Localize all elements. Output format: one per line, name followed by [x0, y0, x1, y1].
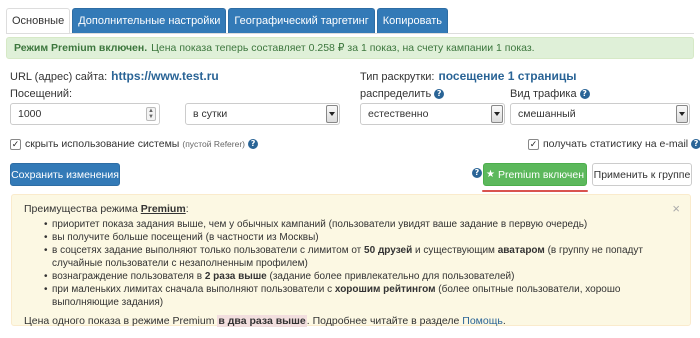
benefit-text: и существующим: [412, 245, 498, 256]
traffic-value: смешанный: [518, 108, 576, 120]
distribute-label-wrap: распределить?: [360, 88, 445, 100]
premium-button-label: Premium включен: [497, 168, 585, 181]
benefit-text: приоритет показа задания выше, чем у обы…: [52, 219, 588, 230]
benefits-heading-prefix: Преимущества режима: [24, 203, 138, 215]
tab-main[interactable]: Основные: [6, 8, 71, 33]
premium-enabled-button[interactable]: ★ Premium включен: [483, 163, 587, 186]
benefit-item: в соцсетях задание выполняют только поль…: [44, 244, 678, 270]
benefit-text: вознаграждение пользователя в: [52, 271, 205, 282]
question-circle-icon[interactable]: ?: [472, 168, 482, 178]
benefit-text: при маленьких лимитах сначала выполняют …: [52, 284, 335, 295]
benefit-item: приоритет показа задания выше, чем у обы…: [44, 218, 678, 231]
distribute-select[interactable]: естественно: [360, 103, 505, 125]
visits-label: Посещений:: [10, 88, 73, 100]
site-url-value: https://www.test.ru: [111, 69, 219, 83]
email-stats-checkbox[interactable]: ✓: [528, 138, 539, 150]
promo-type-row: Тип раскрутки: посещение 1 страницы: [360, 69, 577, 83]
premium-benefits-panel: × Преимущества режима Premium: приоритет…: [11, 194, 691, 327]
email-stats-checkbox-row[interactable]: ✓ получать статистику на e-mail ?: [528, 138, 700, 150]
benefits-heading-suffix: :: [185, 203, 189, 215]
traffic-select[interactable]: смешанный: [510, 103, 690, 125]
close-icon[interactable]: ×: [672, 201, 680, 216]
footer-middle: . Подробнее читайте в разделе: [306, 315, 463, 327]
benefit-item: при маленьких лимитах сначала выполняют …: [44, 283, 678, 309]
traffic-label: Вид трафика: [510, 88, 577, 100]
chevron-down-icon[interactable]: [326, 105, 338, 123]
period-value: в сутки: [193, 108, 228, 120]
footer-highlight: в два раза выше: [217, 315, 307, 327]
hide-system-checkbox-row[interactable]: ✓ скрыть использование системы (пустой R…: [10, 138, 259, 150]
benefit-emphasis: 50 друзей: [364, 245, 413, 256]
benefit-text: (задание более привлекательно для пользо…: [266, 271, 515, 282]
benefit-text: в соцсетях задание выполняют только поль…: [52, 245, 365, 256]
benefit-item: вознаграждение пользователя в 2 раза выш…: [44, 270, 678, 283]
hide-system-label: скрыть использование системы: [25, 138, 180, 150]
alert-title: Режим Premium включен.: [14, 42, 148, 54]
alert-text: Цена показа теперь составляет 0.258 ₽ за…: [151, 42, 535, 54]
traffic-label-wrap: Вид трафика?: [510, 88, 590, 100]
distribute-label: распределить: [360, 88, 432, 100]
visits-value: 1000: [18, 108, 42, 120]
benefits-list: приоритет показа задания выше, чем у обы…: [44, 218, 678, 309]
apply-to-group-button[interactable]: Применить к группе: [592, 163, 692, 186]
save-changes-button[interactable]: Сохранить изменения: [10, 163, 120, 186]
benefits-footer: Цена одного показа в режиме Premium в дв…: [24, 315, 678, 327]
footer-prefix: Цена одного показа в режиме Premium: [24, 315, 218, 327]
question-circle-icon[interactable]: ?: [579, 89, 590, 100]
tab-copy[interactable]: Копировать: [376, 8, 448, 33]
site-url-row: URL (адрес) сайта: https://www.test.ru: [10, 69, 219, 83]
question-circle-icon[interactable]: ?: [248, 139, 259, 149]
hide-system-checkbox[interactable]: ✓: [10, 138, 21, 150]
email-stats-label: получать статистику на e-mail: [543, 138, 689, 150]
promo-type-value: посещение 1 страницы: [438, 69, 577, 83]
visits-input[interactable]: 1000 ▲ ▼: [10, 103, 160, 125]
promo-type-label: Тип раскрутки:: [360, 71, 435, 83]
distribute-value: естественно: [368, 108, 429, 120]
tab-advanced-settings[interactable]: Дополнительные настройки: [72, 8, 227, 33]
benefit-emphasis: 2 раза выше: [204, 271, 267, 282]
benefit-emphasis: хорошим рейтингом: [334, 284, 436, 295]
premium-enabled-alert: Режим Premium включен. Цена показа тепер…: [6, 37, 694, 59]
question-circle-icon[interactable]: ?: [691, 139, 700, 149]
site-url-label: URL (адрес) сайта:: [10, 71, 108, 83]
star-icon: ★: [485, 169, 495, 180]
chevron-down-icon[interactable]: [491, 105, 503, 123]
chevron-down-icon[interactable]: [676, 105, 688, 123]
red-underline-annotation: [482, 190, 588, 192]
tab-bar: Основные Дополнительные настройки Геогра…: [6, 8, 448, 33]
benefits-heading: Преимущества режима Premium:: [24, 203, 678, 215]
period-select[interactable]: в сутки: [185, 103, 340, 125]
tab-geo-targeting[interactable]: Географический таргетинг: [228, 8, 375, 33]
benefits-heading-term: Premium: [140, 203, 186, 215]
benefit-text: вы получите больше посещений (в частност…: [52, 232, 319, 243]
footer-end: .: [502, 315, 506, 327]
tabs-divider: [6, 33, 694, 34]
hide-system-note: (пустой Referer): [182, 139, 246, 149]
question-circle-icon[interactable]: ?: [434, 89, 445, 100]
help-link[interactable]: Помощь: [462, 315, 503, 327]
benefit-item: вы получите больше посещений (в частност…: [44, 231, 678, 244]
number-spinner[interactable]: ▲ ▼: [146, 107, 156, 121]
benefit-emphasis: аватаром: [497, 245, 545, 256]
